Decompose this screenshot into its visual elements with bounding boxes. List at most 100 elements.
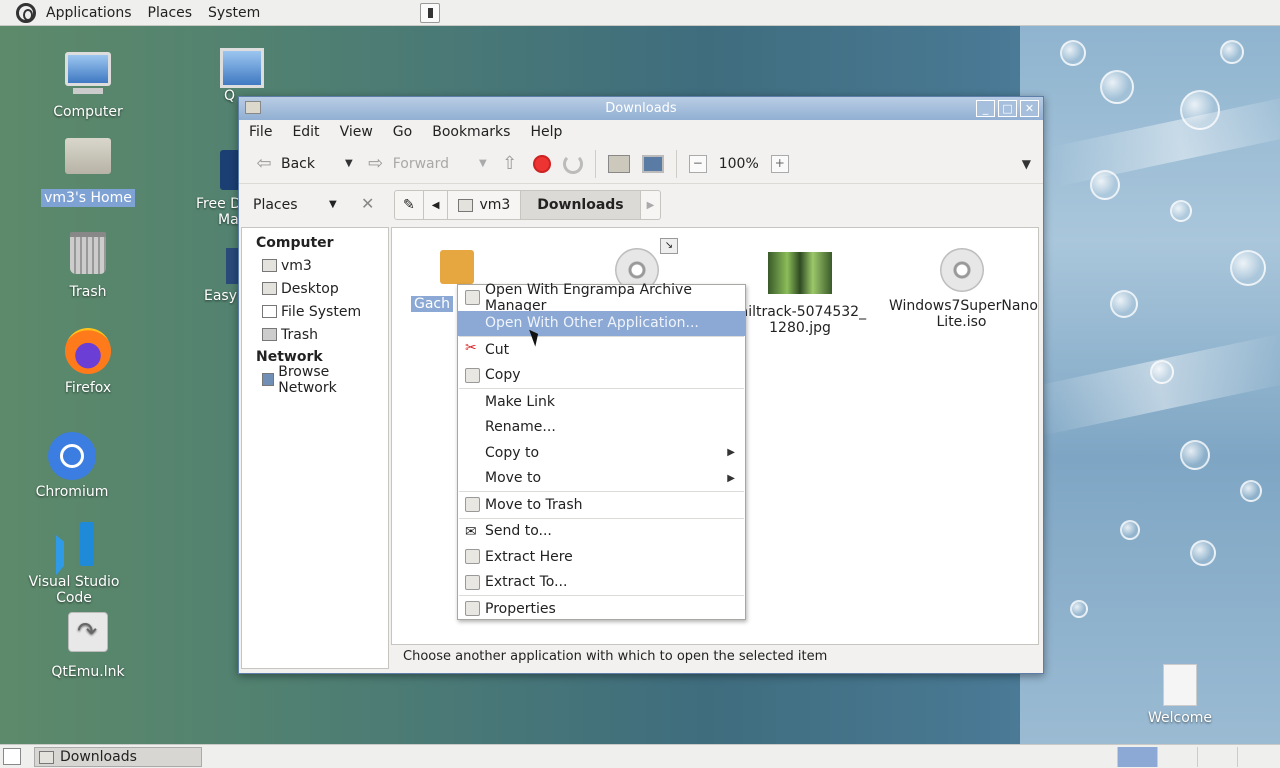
menu-go[interactable]: Go [383,124,422,140]
menu-view[interactable]: View [330,124,383,140]
file-name: Gach [411,296,453,312]
home-icon [607,154,630,173]
desktop-icon-label: Computer [53,104,123,120]
desktop-icon-chromium[interactable]: Chromium [17,432,127,500]
menu-item-make-link[interactable]: Make Link [458,389,745,415]
desktop-icon-label: Visual Studio Code [28,574,120,606]
menu-item-extract-here[interactable]: Extract Here [458,544,745,570]
menu-item-label: Extract Here [485,548,573,565]
window-titlebar[interactable]: Downloads _ □ ✕ [239,97,1043,120]
desktop-icon-firefox[interactable]: Firefox [33,328,143,396]
panel-launcher-icon[interactable] [420,3,440,23]
desktop-icon-partial-3[interactable]: Easy [204,248,240,304]
drive-icon [262,305,277,318]
menu-item-copy-to[interactable]: Copy to ▶ [458,440,745,466]
system-menu[interactable]: System [200,0,268,26]
desktop-icon-label: Chromium [35,484,109,500]
computer-button[interactable] [636,148,670,180]
reload-icon [562,153,583,174]
places-menu[interactable]: Places [140,0,201,26]
maximize-button[interactable]: □ [998,100,1017,117]
home-folder-icon [262,259,277,272]
menu-item-move-to-trash[interactable]: Move to Trash [458,492,745,518]
show-desktop-button[interactable] [3,748,21,765]
breadcrumb-forward-arrow[interactable]: ▶ [641,191,661,219]
menu-item-send-to[interactable]: ✉ Send to... [458,519,745,545]
chevron-down-icon[interactable]: ▼ [345,158,353,169]
workspace-2[interactable] [1157,747,1197,767]
zoom-in-button[interactable]: + [765,148,795,180]
taskbar-item-downloads[interactable]: Downloads [34,747,202,767]
menu-item-rename[interactable]: Rename... [458,415,745,441]
breadcrumb-item-vm3[interactable]: vm3 [448,191,522,219]
desktop-icon-vscode[interactable]: Visual Studio Code [14,522,134,606]
reload-button[interactable] [557,148,589,180]
copy-icon [465,367,480,383]
sidebar-item-vm3[interactable]: vm3 [242,254,388,277]
desktop-icon-trash[interactable]: Trash [33,228,143,300]
menu-file[interactable]: File [239,124,282,140]
breadcrumb-back-arrow[interactable]: ◀ [424,191,449,219]
up-arrow-icon: ⇧ [502,152,518,174]
applications-menu[interactable]: Applications [0,0,140,26]
menu-edit[interactable]: Edit [282,124,329,140]
file-item-railtrack-jpg[interactable]: railtrack-5074532_ 1280.jpg [730,252,870,336]
places-pane-label[interactable]: Places [253,197,298,213]
menu-item-move-to[interactable]: Move to ▶ [458,466,745,492]
sidebar-item-trash[interactable]: Trash [242,323,388,346]
workspace-4[interactable] [1237,747,1277,767]
menu-bookmarks[interactable]: Bookmarks [422,124,520,140]
close-pane-icon[interactable]: ✕ [361,194,374,213]
forward-button[interactable]: ⇨ Forward ▼ [359,148,493,180]
desktop-icon-partial-2[interactable]: Free D Ma [196,150,242,228]
zoom-out-button[interactable]: − [683,148,713,180]
vscode-icon [50,522,98,570]
trash-icon [64,232,112,280]
workspace-3[interactable] [1197,747,1237,767]
sidebar-item-label: Browse Network [278,363,337,396]
breadcrumb-label: vm3 [479,197,511,213]
zoom-out-icon: − [688,154,707,173]
window-title: Downloads [605,101,677,116]
chevron-down-icon[interactable]: ▼ [479,158,487,169]
menu-item-copy[interactable]: Copy [458,363,745,389]
sidebar-item-label: vm3 [281,257,312,274]
menu-item-open-with-other[interactable]: Open With Other Application... [458,310,745,336]
stop-button[interactable] [527,148,557,180]
desktop-icon-qtemu[interactable]: QtEmu.lnk [33,612,143,680]
menubar: File Edit View Go Bookmarks Help [239,120,1043,144]
desktop-icon-home[interactable]: vm3's Home [33,130,143,207]
close-button[interactable]: ✕ [1020,100,1039,117]
breadcrumb-item-downloads[interactable]: Downloads [521,191,641,219]
applications-label: Applications [46,4,132,21]
trash-icon [262,328,277,341]
sidebar-item-browse-network[interactable]: Browse Network [242,364,388,396]
up-button[interactable]: ⇧ [493,148,527,180]
sidebar-item-desktop[interactable]: Desktop [242,277,388,300]
top-panel: Applications Places System [0,0,1280,26]
menu-item-cut[interactable]: ✂ Cut [458,337,745,363]
toolbar-overflow-button[interactable]: ▼ [1016,148,1037,180]
back-button[interactable]: ⇦ Back ▼ [247,148,359,180]
desktop-icon-welcome[interactable]: Welcome [1140,664,1220,726]
chevron-down-icon[interactable]: ▼ [329,199,337,210]
edit-location-button[interactable]: ✎ [395,191,424,219]
firefox-icon [64,328,112,376]
symlink-emblem-icon: ↘ [660,238,678,254]
computer-icon [220,48,264,88]
zoom-in-icon: + [770,154,789,173]
workspace-1[interactable] [1117,747,1157,767]
minimize-button[interactable]: _ [976,100,995,117]
menu-item-open-with-engrampa[interactable]: Open With Engrampa Archive Manager [458,282,745,314]
sidebar-item-filesystem[interactable]: File System [242,300,388,323]
home-button[interactable] [602,148,636,180]
taskbar-item-label: Downloads [60,749,137,765]
sidebar-heading-computer: Computer [256,235,334,251]
menu-item-properties[interactable]: Properties [458,596,745,622]
menu-item-extract-to[interactable]: Extract To... [458,570,745,596]
file-item-windows-iso[interactable]: Windows7SuperNano Lite.iso [889,248,1038,330]
sidebar-item-label: Desktop [281,280,339,297]
menu-help[interactable]: Help [520,124,572,140]
places-label: Places [147,4,193,21]
desktop-icon-computer[interactable]: Computer [33,48,143,120]
